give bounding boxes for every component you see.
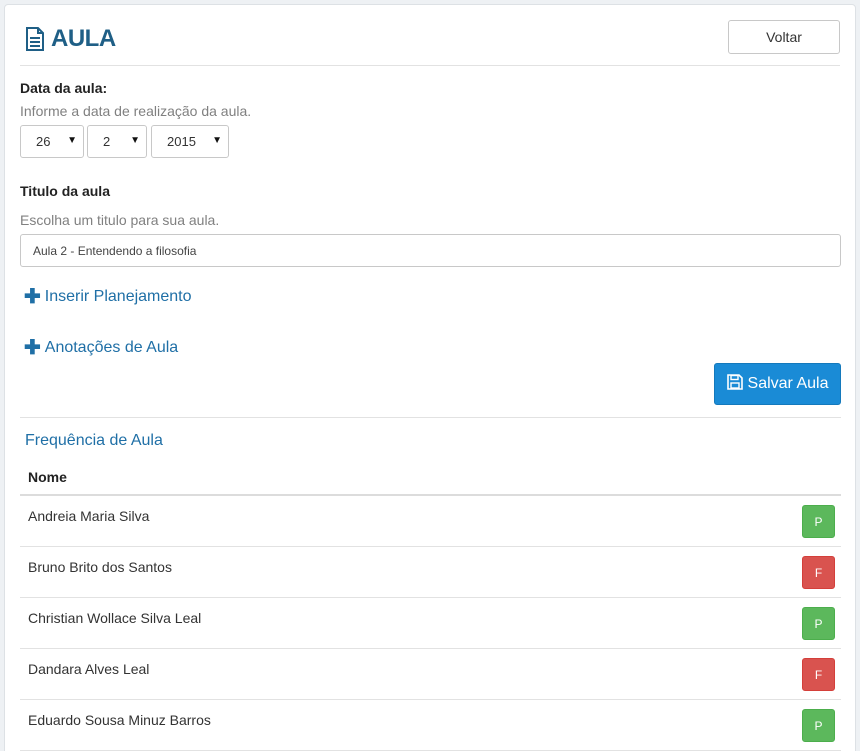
- present-toggle-button[interactable]: P: [802, 607, 835, 640]
- lesson-notes-link[interactable]: ✚ Anotações de Aula: [24, 337, 179, 359]
- caret-down-icon: ▼: [130, 135, 140, 146]
- lesson-title-input[interactable]: Aula 2 - Entendendo a filosofia: [20, 234, 841, 267]
- table-row: Bruno Brito dos Santos F: [20, 547, 841, 598]
- page-header: AULA Voltar: [20, 20, 840, 66]
- attendance-title: Frequência de Aula: [25, 432, 163, 449]
- student-name: Bruno Brito dos Santos: [28, 559, 172, 575]
- title-help: Escolha um titulo para sua aula.: [20, 212, 220, 228]
- lesson-panel: AULA Voltar Data da aula: Informe a data…: [4, 4, 856, 751]
- save-lesson-label: Salvar Aula: [747, 375, 829, 392]
- page-title-text: AULA: [51, 25, 116, 52]
- plus-icon: ✚: [24, 337, 41, 359]
- date-help: Informe a data de realização da aula.: [20, 103, 252, 119]
- plus-icon: ✚: [24, 286, 41, 308]
- table-row: Christian Wollace Silva Leal P: [20, 598, 841, 649]
- student-name: Eduardo Sousa Minuz Barros: [28, 712, 211, 728]
- month-select[interactable]: 2 ▼: [87, 125, 147, 158]
- insert-planning-link[interactable]: ✚ Inserir Planejamento: [24, 286, 192, 308]
- present-toggle-button[interactable]: P: [802, 505, 835, 538]
- day-value: 26: [36, 134, 51, 149]
- back-button[interactable]: Voltar: [728, 20, 840, 54]
- student-name: Dandara Alves Leal: [28, 661, 150, 677]
- absent-toggle-button[interactable]: F: [802, 556, 835, 589]
- save-lesson-button[interactable]: Salvar Aula: [714, 363, 841, 405]
- document-icon: [25, 27, 45, 51]
- present-toggle-button[interactable]: P: [802, 709, 835, 742]
- year-value: 2015: [167, 134, 196, 149]
- student-name: Andreia Maria Silva: [28, 508, 150, 524]
- page-title: AULA: [25, 25, 116, 53]
- student-name: Christian Wollace Silva Leal: [28, 610, 202, 626]
- absent-toggle-button[interactable]: F: [802, 658, 835, 691]
- year-select[interactable]: 2015 ▼: [151, 125, 229, 158]
- attendance-table: Nome Andreia Maria Silva P Bruno Brito dos…: [20, 460, 841, 751]
- lesson-title-value: Aula 2 - Entendendo a filosofia: [33, 243, 197, 258]
- section-divider: [20, 417, 841, 418]
- lesson-notes-label: Anotações de Aula: [44, 339, 179, 356]
- day-select[interactable]: 26 ▼: [20, 125, 84, 158]
- table-row: Dandara Alves Leal F: [20, 649, 841, 700]
- title-label: Titulo da aula: [20, 183, 110, 199]
- table-row: Eduardo Sousa Minuz Barros P: [20, 700, 841, 751]
- table-header-name: Nome: [20, 460, 841, 496]
- caret-down-icon: ▼: [212, 135, 222, 146]
- floppy-disk-icon: [726, 373, 743, 395]
- month-value: 2: [103, 134, 111, 149]
- date-label: Data da aula:: [20, 80, 108, 96]
- caret-down-icon: ▼: [67, 135, 77, 146]
- table-row: Andreia Maria Silva P: [20, 496, 841, 547]
- insert-planning-label: Inserir Planejamento: [44, 288, 192, 305]
